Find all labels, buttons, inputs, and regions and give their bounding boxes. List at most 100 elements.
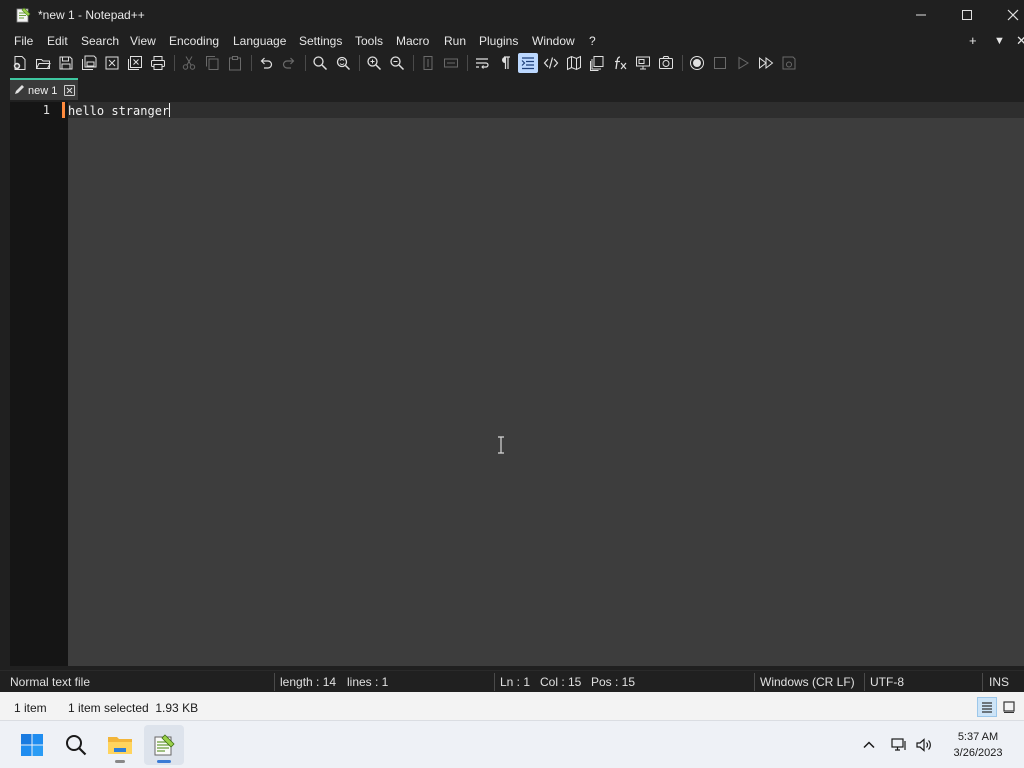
cut-button[interactable] <box>179 53 199 73</box>
volume-button[interactable] <box>914 735 934 755</box>
details-view-button[interactable] <box>977 697 997 717</box>
active-app-indicator <box>157 760 171 763</box>
function-list-button[interactable] <box>610 53 630 73</box>
save-all-button[interactable] <box>79 53 99 73</box>
menu-file[interactable]: File <box>14 33 33 49</box>
status-column[interactable]: Col : 15 <box>540 675 581 689</box>
large-icons-view-button[interactable] <box>999 697 1019 717</box>
camera-eye-icon <box>659 56 673 69</box>
menu-edit[interactable]: Edit <box>47 33 68 49</box>
zoom-out-icon <box>390 56 405 71</box>
document-map-button[interactable] <box>564 53 584 73</box>
toolbar-separator <box>682 55 683 71</box>
new-tab-plus-button[interactable]: + <box>969 33 977 49</box>
status-eol-format[interactable]: Windows (CR LF) <box>760 675 855 689</box>
status-position[interactable]: Pos : 15 <box>591 675 635 689</box>
sync-vertical-scroll-button[interactable] <box>418 53 438 73</box>
record-icon <box>690 56 704 70</box>
menu-plugins[interactable]: Plugins <box>479 33 518 49</box>
line-number-gutter[interactable]: 1 <box>10 102 68 666</box>
maximize-button[interactable] <box>944 0 990 30</box>
menu-help[interactable]: ? <box>589 33 596 49</box>
start-button[interactable] <box>12 725 52 765</box>
minimize-button[interactable] <box>898 0 944 30</box>
menu-search[interactable]: Search <box>81 33 119 49</box>
stop-macro-button[interactable] <box>710 53 730 73</box>
close-icon <box>66 87 73 94</box>
save-button[interactable] <box>56 53 76 73</box>
document-list-button[interactable] <box>587 53 607 73</box>
network-status-button[interactable] <box>889 735 909 755</box>
status-encoding[interactable]: UTF-8 <box>870 675 904 689</box>
folder-as-workspace-button[interactable] <box>633 53 653 73</box>
change-history-marker <box>62 102 65 118</box>
editor-area[interactable]: 1 hello stranger <box>10 102 1024 666</box>
show-all-characters-button[interactable] <box>495 53 515 73</box>
status-separator <box>982 673 983 691</box>
modified-pencil-icon <box>15 85 24 94</box>
menu-tools[interactable]: Tools <box>355 33 383 49</box>
save-all-icon <box>82 55 97 70</box>
zoom-in-button[interactable] <box>364 53 384 73</box>
taskbar-file-explorer[interactable] <box>100 725 140 765</box>
monitoring-button[interactable] <box>656 53 676 73</box>
explorer-selection-info: 1 item selected 1.93 KB <box>68 701 199 715</box>
udl-button[interactable] <box>541 53 561 73</box>
word-wrap-button[interactable] <box>472 53 492 73</box>
menu-language[interactable]: Language <box>233 33 286 49</box>
redo-button[interactable] <box>279 53 299 73</box>
playback-macro-button[interactable] <box>733 53 753 73</box>
new-file-icon <box>13 56 26 70</box>
code-line[interactable]: hello stranger <box>68 103 171 118</box>
close-window-button[interactable] <box>990 0 1024 30</box>
indent-guide-button[interactable] <box>518 53 538 73</box>
run-macro-multiple-button[interactable] <box>756 53 776 73</box>
system-clock[interactable]: 5:37 AM 3/26/2023 <box>942 729 1014 761</box>
taskbar-search-button[interactable] <box>56 725 96 765</box>
menu-window[interactable]: Window <box>532 33 575 49</box>
print-button[interactable] <box>148 53 168 73</box>
undo-icon <box>260 57 273 69</box>
show-hidden-icons-button[interactable] <box>859 735 879 755</box>
indent-guide-icon <box>521 57 534 70</box>
close-document-button[interactable]: ✕ <box>1016 33 1024 49</box>
save-macro-icon <box>782 56 796 70</box>
toolbar-separator <box>413 55 414 71</box>
toolbar <box>0 52 1024 74</box>
zoom-out-button[interactable] <box>387 53 407 73</box>
scissors-icon <box>182 56 196 70</box>
paste-button[interactable] <box>225 53 245 73</box>
line-number: 1 <box>42 103 50 117</box>
undo-button[interactable] <box>256 53 276 73</box>
status-line-number[interactable]: Ln : 1 <box>500 675 530 689</box>
tab-new-1[interactable]: new 1 <box>10 78 78 100</box>
close-file-button[interactable] <box>102 53 122 73</box>
status-length: length : 14 <box>280 675 337 689</box>
menu-encoding[interactable]: Encoding <box>169 33 219 49</box>
close-all-button[interactable] <box>125 53 145 73</box>
tab-label: new 1 <box>28 85 58 97</box>
menu-macro[interactable]: Macro <box>396 33 429 49</box>
sync-horizontal-scroll-button[interactable] <box>441 53 461 73</box>
map-icon <box>567 55 581 71</box>
notepadpp-window: *new 1 - Notepad++ File Edit Search View… <box>0 0 1024 692</box>
title-bar[interactable]: *new 1 - Notepad++ <box>0 0 1024 30</box>
copy-button[interactable] <box>202 53 222 73</box>
replace-button[interactable] <box>333 53 353 73</box>
save-macro-button[interactable] <box>779 53 799 73</box>
find-button[interactable] <box>310 53 330 73</box>
tab-list-dropdown-button[interactable]: ▼ <box>994 33 1005 49</box>
taskbar-notepadpp[interactable] <box>144 725 184 765</box>
open-file-button[interactable] <box>33 53 53 73</box>
menu-settings[interactable]: Settings <box>299 33 342 49</box>
record-macro-button[interactable] <box>687 53 707 73</box>
maximize-icon <box>962 10 972 20</box>
status-insert-mode[interactable]: INS <box>989 675 1009 689</box>
file-explorer-folder-icon <box>108 737 132 754</box>
menu-run[interactable]: Run <box>444 33 466 49</box>
printer-icon <box>151 56 165 70</box>
tab-close-button[interactable] <box>64 85 75 96</box>
current-line-highlight <box>68 102 1024 118</box>
menu-view[interactable]: View <box>130 33 156 49</box>
new-file-button[interactable] <box>10 53 30 73</box>
